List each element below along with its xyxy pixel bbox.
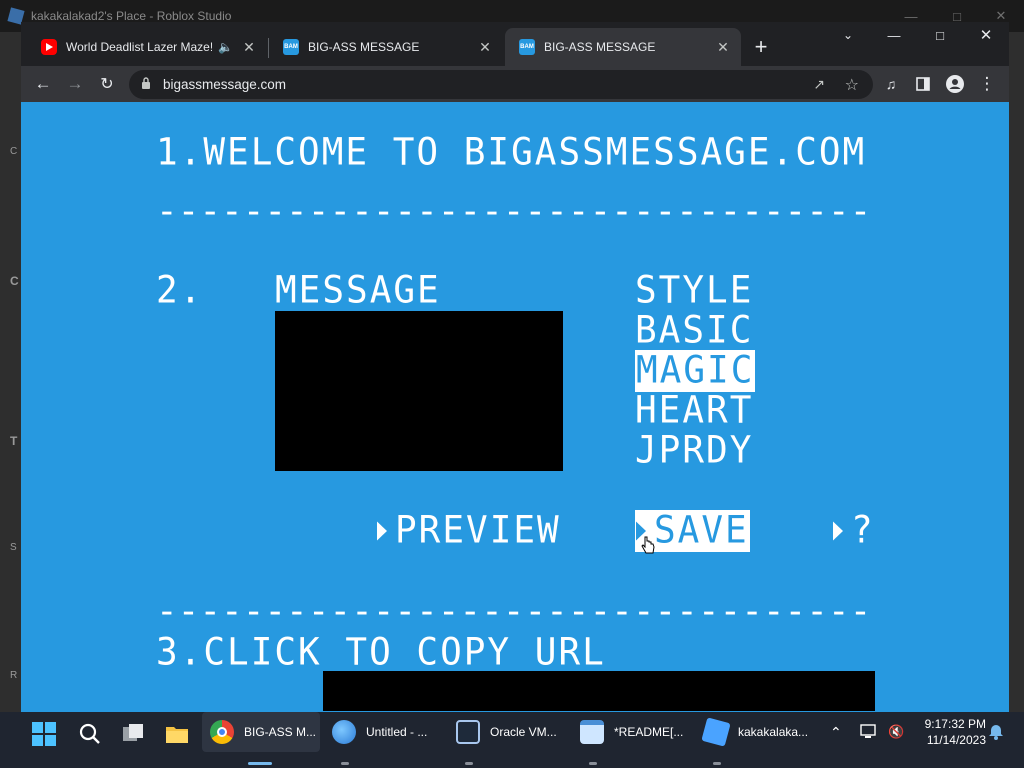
chevron-up-icon[interactable]: ⌃	[830, 724, 842, 741]
heading-copy-url: 3.CLICK TO COPY URL	[156, 630, 606, 674]
lock-icon[interactable]	[141, 77, 157, 92]
bam-icon: BAM	[283, 39, 299, 55]
tab-title: World Deadlist Lazer Maze! |	[66, 40, 213, 54]
taskbar-indicator	[465, 762, 473, 765]
message-input[interactable]	[275, 311, 563, 471]
url-text: bigassmessage.com	[163, 77, 287, 92]
close-window-icon[interactable]: ✕	[963, 22, 1009, 48]
tab-bam-1[interactable]: BAM BIG-ASS MESSAGE ✕	[269, 28, 503, 66]
clock-time: 9:17:32 PM	[924, 717, 986, 731]
speaker-icon[interactable]: 🔈	[218, 40, 233, 54]
style-label: STYLE	[635, 268, 754, 312]
profile-icon[interactable]	[941, 70, 969, 98]
arrow-right-icon	[833, 521, 843, 541]
media-control-icon[interactable]: ♫	[877, 70, 905, 98]
task-view-icon[interactable]	[121, 722, 145, 746]
back-icon[interactable]: ←	[29, 70, 57, 98]
youtube-icon	[41, 39, 57, 55]
preview-label: PREVIEW	[395, 508, 561, 552]
chrome-window: World Deadlist Lazer Maze! | 🔈 ✕ BAM BIG…	[21, 22, 1009, 712]
chrome-icon	[210, 720, 234, 744]
arrow-right-icon	[377, 521, 387, 541]
taskbar-item-label: Oracle VM...	[490, 725, 557, 739]
tab-bam-2-active[interactable]: BAM BIG-ASS MESSAGE ✕	[505, 28, 741, 66]
taskbar-item-roblox-studio[interactable]: kakakalaka...	[701, 712, 822, 752]
style-option-jprdy[interactable]: JPRDY	[635, 429, 753, 472]
studio-right-panel	[1008, 32, 1024, 712]
file-explorer-icon[interactable]	[165, 722, 189, 746]
bam-icon: BAM	[519, 39, 535, 55]
tab-title: BIG-ASS MESSAGE	[308, 40, 420, 54]
taskbar-item-virtualbox[interactable]: Oracle VM...	[456, 712, 574, 752]
roblox-studio-icon	[701, 717, 731, 747]
search-icon[interactable]	[78, 722, 102, 746]
heading-welcome: 1.WELCOME TO BIGASSMESSAGE.COM	[156, 130, 867, 174]
copy-url-field[interactable]	[323, 671, 875, 711]
taskbar-item-chrome[interactable]: BIG-ASS M...	[202, 712, 320, 752]
clock-date: 11/14/2023	[926, 733, 986, 747]
taskbar-item-label: BIG-ASS M...	[244, 725, 317, 739]
style-option-magic[interactable]: MAGIC	[635, 349, 756, 392]
system-clock[interactable]: 9:17:32 PM 11/14/2023	[925, 716, 986, 748]
forward-icon[interactable]: →	[61, 70, 89, 98]
windows-start-icon[interactable]	[32, 722, 56, 746]
windows-taskbar: BIG-ASS M... Untitled - ... Oracle VM...…	[0, 712, 1024, 768]
maximize-icon[interactable]: □	[917, 22, 963, 48]
help-button[interactable]: ?	[833, 508, 875, 552]
save-label: SAVE	[654, 508, 749, 552]
style-option-heart[interactable]: HEART	[635, 389, 753, 432]
studio-side-letter: C	[10, 146, 18, 157]
message-label: MESSAGE	[275, 268, 441, 312]
minimize-icon[interactable]: —	[871, 22, 917, 48]
tab-close-icon[interactable]: ✕	[713, 37, 733, 57]
step-2-label: 2.	[156, 268, 204, 312]
taskbar-item-label: kakakalaka...	[738, 725, 809, 739]
help-label: ?	[851, 508, 875, 552]
taskbar-indicator	[341, 762, 349, 765]
taskbar-item-notepad[interactable]: *README[...	[580, 712, 698, 752]
virtualbox-icon	[456, 720, 480, 744]
tab-title: BIG-ASS MESSAGE	[544, 40, 656, 54]
preview-button[interactable]: PREVIEW	[377, 508, 561, 552]
reload-icon[interactable]: ↻	[93, 70, 121, 98]
share-icon[interactable]: ↗	[813, 76, 825, 93]
paint-icon	[332, 720, 356, 744]
bookmark-star-icon[interactable]: ☆	[845, 75, 859, 95]
studio-left-panel: C C T S R	[0, 32, 22, 712]
tab-strip: World Deadlist Lazer Maze! | 🔈 ✕ BAM BIG…	[21, 22, 1009, 66]
menu-kebab-icon[interactable]: ⋮	[973, 70, 1001, 98]
taskbar-item-paint[interactable]: Untitled - ...	[332, 712, 450, 752]
side-panel-icon[interactable]	[909, 70, 937, 98]
tab-youtube[interactable]: World Deadlist Lazer Maze! | 🔈 ✕	[27, 28, 267, 66]
taskbar-indicator	[589, 762, 597, 765]
browser-toolbar: ← → ↻ bigassmessage.com ↗ ☆ ♫ ⋮	[21, 66, 1009, 102]
tab-close-icon[interactable]: ✕	[475, 37, 495, 57]
notification-bell-icon[interactable]	[988, 724, 1004, 740]
studio-side-letter: R	[10, 670, 18, 681]
taskbar-active-indicator	[248, 762, 272, 765]
studio-side-letter: S	[10, 542, 17, 553]
tab-search-icon[interactable]: ⌄	[825, 22, 871, 48]
taskbar-item-label: *README[...	[614, 725, 684, 739]
bigassmessage-page: 1.WELCOME TO BIGASSMESSAGE.COM ---------…	[21, 102, 1009, 712]
network-icon[interactable]	[860, 724, 878, 740]
studio-side-letter: T	[10, 434, 18, 448]
taskbar-indicator	[713, 762, 721, 765]
tab-close-icon[interactable]: ✕	[239, 37, 259, 57]
studio-title: kakakalakad2's Place - Roblox Studio	[31, 9, 232, 23]
dash-divider-top: ------------------------------------	[156, 202, 876, 222]
taskbar-item-label: Untitled - ...	[366, 725, 428, 739]
studio-side-letter: C	[10, 274, 19, 288]
new-tab-button[interactable]: +	[747, 33, 775, 61]
dash-divider-bottom: ------------------------------------	[156, 602, 876, 622]
hand-cursor-icon	[641, 536, 655, 556]
style-option-basic[interactable]: BASIC	[635, 309, 753, 352]
address-bar[interactable]: bigassmessage.com ↗ ☆	[129, 70, 873, 99]
notepad-icon	[580, 720, 604, 744]
volume-muted-icon[interactable]: 🔇	[888, 724, 904, 740]
